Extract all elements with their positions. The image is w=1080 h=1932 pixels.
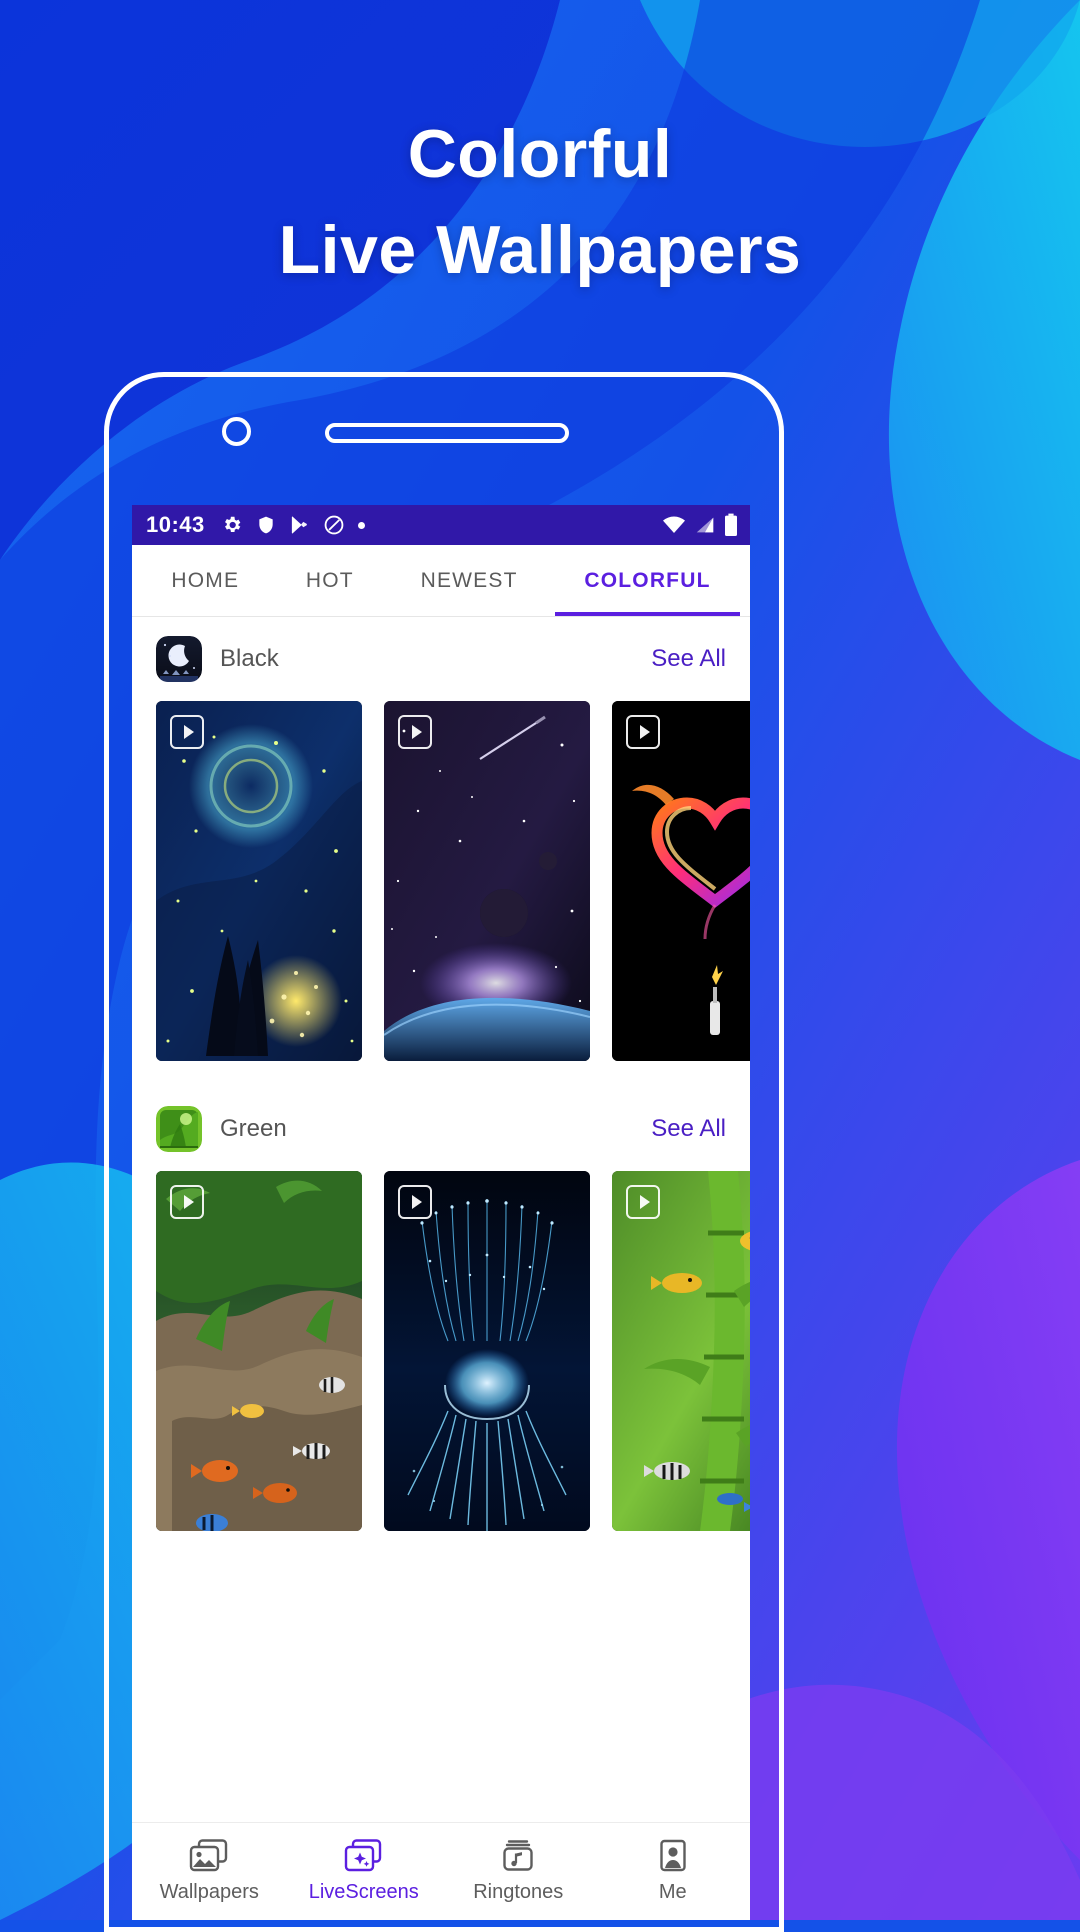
wifi-icon [662,515,686,535]
status-bar: 10:43 [132,505,750,545]
promo-headline-line1: Colorful [0,110,1080,198]
see-all-green[interactable]: See All [651,1115,726,1143]
gear-icon [221,514,243,536]
wallpaper-card-blue-jellyfish[interactable] [384,1171,590,1531]
play-icon[interactable] [626,1185,660,1219]
status-bar-right-icons [662,513,738,537]
play-icon[interactable] [398,1185,432,1219]
photos-stack-icon [189,1839,229,1873]
nav-label-ringtones: Ringtones [473,1881,563,1904]
category-tab-bar[interactable]: HOME HOT NEWEST COLORFUL [132,545,750,617]
nav-label-wallpapers: Wallpapers [160,1881,259,1904]
wallpaper-strip-black[interactable] [132,701,750,1061]
tab-newest[interactable]: NEWEST [387,545,551,616]
status-bar-left-icons [221,514,365,536]
phone-screen: 10:43 [132,505,750,1920]
wallpaper-card-space-planet-nebula[interactable] [384,701,590,1061]
tab-home[interactable]: HOME [138,545,273,616]
dot-icon [358,522,365,529]
wallpaper-card-fire-heart[interactable] [612,701,750,1061]
play-store-icon [289,514,310,536]
music-box-icon [498,1839,538,1873]
play-icon[interactable] [170,715,204,749]
promo-headline-line2: Live Wallpapers [0,206,1080,294]
battery-icon [724,513,738,537]
nav-item-livescreens[interactable]: LiveScreens [287,1839,442,1904]
tab-hot[interactable]: HOT [273,545,388,616]
nav-item-ringtones[interactable]: Ringtones [441,1839,596,1904]
bottom-navigation-bar[interactable]: Wallpapers LiveScreens Ringtones [132,1822,750,1920]
status-bar-time: 10:43 [146,512,205,538]
wallpaper-content: Black See All [132,617,750,1822]
nav-item-me[interactable]: Me [596,1839,751,1904]
wallpaper-strip-green[interactable] [132,1171,750,1531]
section-title-black: Black [220,645,651,673]
signal-icon [694,515,716,535]
person-avatar-icon [653,1839,693,1873]
see-all-black[interactable]: See All [651,645,726,673]
play-icon[interactable] [398,715,432,749]
promo-headline: Colorful Live Wallpapers [0,110,1080,294]
section-header-green: Green See All [132,1087,750,1171]
section-title-green: Green [220,1115,651,1143]
nav-label-livescreens: LiveScreens [309,1881,419,1904]
nav-item-wallpapers[interactable]: Wallpapers [132,1839,287,1904]
live-sparkle-icon [344,1839,384,1873]
camera-dot-icon [222,417,251,446]
green-forest-icon [156,1106,202,1152]
play-icon[interactable] [170,1185,204,1219]
nav-label-me: Me [659,1881,687,1904]
shield-icon [256,514,276,536]
do-not-disturb-icon [323,514,345,536]
moon-night-icon [156,636,202,682]
speaker-bar-icon [325,423,569,443]
wallpaper-card-starry-night-tree[interactable] [156,701,362,1061]
section-header-black: Black See All [132,617,750,701]
tab-colorful[interactable]: COLORFUL [551,545,744,616]
wallpaper-card-aquarium-fish-rocks[interactable] [156,1171,362,1531]
play-icon[interactable] [626,715,660,749]
wallpaper-card-green-bamboo-fish[interactable] [612,1171,750,1531]
